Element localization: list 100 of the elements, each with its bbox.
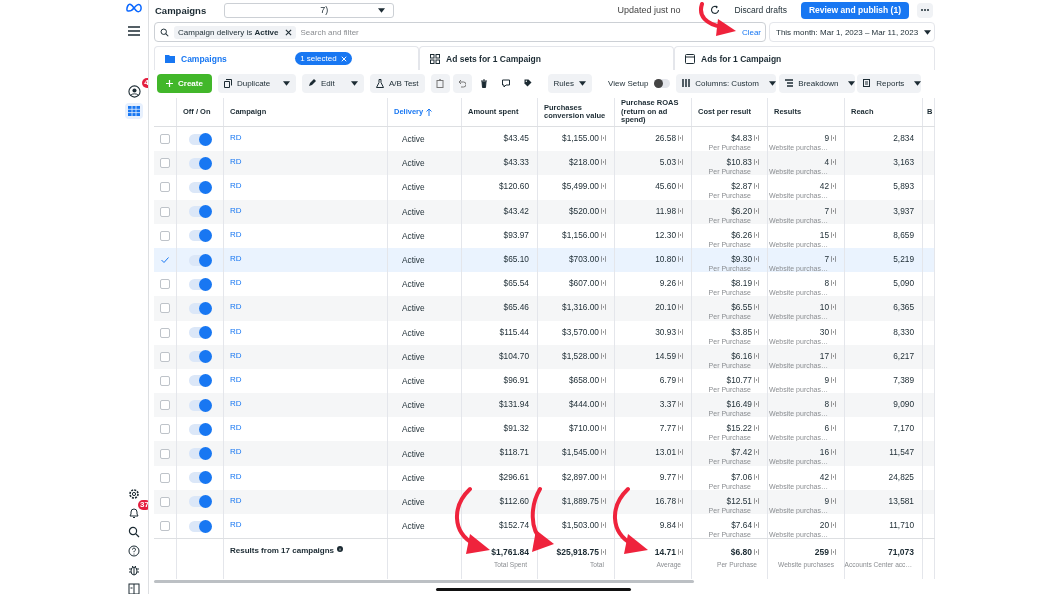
row-checkbox[interactable] — [160, 279, 170, 290]
help-icon[interactable] — [128, 545, 140, 557]
row-checkbox[interactable] — [160, 182, 170, 193]
bell-icon[interactable] — [128, 507, 140, 519]
campaign-link[interactable]: RD — [230, 520, 242, 529]
attribution-icon — [601, 304, 606, 311]
row-checkbox[interactable] — [160, 521, 170, 532]
search-icon[interactable] — [128, 526, 140, 538]
table-cell: Active — [402, 158, 425, 169]
rules-button[interactable]: Rules — [547, 73, 592, 93]
scrollbar[interactable] — [154, 580, 694, 584]
on-off-toggle[interactable] — [189, 520, 211, 532]
avatar-icon[interactable] — [127, 85, 141, 98]
selection-chip[interactable]: 1 selected — [295, 52, 352, 65]
on-off-toggle[interactable] — [189, 278, 211, 290]
campaign-link[interactable]: RD — [230, 229, 242, 239]
campaign-link[interactable]: RD — [230, 447, 242, 457]
row-checkbox[interactable] — [160, 255, 170, 266]
campaign-link[interactable]: RD — [230, 399, 242, 409]
on-off-toggle[interactable] — [189, 230, 211, 242]
row-checkbox[interactable] — [160, 134, 170, 145]
settings-icon[interactable] — [128, 488, 140, 500]
on-off-toggle[interactable] — [189, 375, 211, 387]
row-checkbox[interactable] — [160, 230, 170, 241]
table-cell: $5,499.00 — [562, 181, 599, 192]
table-cell: $12.51 — [726, 495, 752, 506]
attribution-icon — [754, 549, 759, 556]
close-icon[interactable] — [284, 28, 292, 36]
attribution-icon — [601, 497, 606, 504]
table-icon[interactable] — [128, 106, 140, 116]
on-off-toggle[interactable] — [189, 302, 211, 314]
account-dropdown[interactable]: 7) — [224, 2, 395, 18]
row-checkbox[interactable] — [160, 448, 170, 459]
edit-button[interactable]: Edit — [301, 73, 364, 93]
row-checkbox[interactable] — [160, 303, 170, 314]
table-cell: Active — [402, 496, 425, 507]
on-off-toggle[interactable] — [189, 133, 211, 145]
on-off-toggle[interactable] — [189, 157, 211, 169]
discard-drafts-button[interactable]: Discard drafts — [728, 5, 793, 15]
duplicate-button[interactable]: Duplicate — [217, 73, 296, 93]
campaign-link[interactable]: RD — [230, 374, 242, 384]
table-cell: 7,170 — [893, 423, 914, 434]
columns-button[interactable]: Columns: Custom — [676, 73, 777, 93]
campaign-link[interactable]: RD — [230, 181, 242, 191]
tab[interactable]: Ads for 1 Campaign — [674, 46, 935, 70]
table-cell: 9.77 — [659, 471, 676, 482]
on-off-toggle[interactable] — [189, 254, 211, 266]
table-cell: $1,316.00 — [562, 302, 599, 313]
campaign-link[interactable]: RD — [230, 205, 242, 215]
filter-chip[interactable]: Campaign delivery is Active — [174, 25, 296, 39]
date-range-dropdown[interactable]: This month: Mar 1, 2023 – Mar 11, 2023 — [769, 22, 935, 42]
search-field[interactable]: Search and filter — [300, 27, 521, 37]
on-off-toggle[interactable] — [189, 399, 211, 411]
on-off-toggle[interactable] — [189, 351, 211, 363]
ab-test-button[interactable]: A/B Test — [369, 73, 425, 93]
breakdown-button[interactable]: Breakdown — [779, 73, 856, 93]
attribution-icon — [601, 183, 606, 190]
on-off-toggle[interactable] — [189, 448, 211, 460]
campaign-link[interactable]: RD — [230, 326, 242, 336]
on-off-toggle[interactable] — [189, 496, 211, 508]
row-checkbox[interactable] — [160, 351, 170, 362]
refresh-icon[interactable] — [710, 5, 721, 15]
reports-button[interactable]: Reports — [857, 73, 922, 93]
bug-icon[interactable] — [128, 564, 140, 576]
panel-icon[interactable] — [128, 583, 140, 594]
more-button[interactable] — [917, 2, 933, 18]
row-checkbox[interactable] — [160, 424, 170, 435]
campaign-link[interactable]: RD — [230, 278, 242, 288]
table-cell: Active — [402, 351, 425, 362]
campaign-link[interactable]: RD — [230, 133, 242, 142]
campaign-link[interactable]: RD — [230, 495, 242, 505]
clipboard-button[interactable] — [430, 73, 450, 93]
row-checkbox[interactable] — [160, 375, 170, 386]
menu-icon[interactable] — [128, 26, 140, 36]
campaign-link[interactable]: RD — [230, 350, 242, 360]
tab[interactable]: Campaigns 1 selected — [154, 46, 419, 70]
clear-link[interactable]: Clear — [741, 27, 761, 37]
on-off-toggle[interactable] — [189, 327, 211, 339]
campaign-link[interactable]: RD — [230, 471, 242, 481]
row-checkbox[interactable] — [160, 400, 170, 411]
on-off-toggle[interactable] — [189, 423, 211, 435]
home-indicator[interactable] — [436, 588, 631, 592]
on-off-toggle[interactable] — [189, 181, 211, 193]
tab[interactable]: Ad sets for 1 Campaign — [419, 46, 674, 70]
row-checkbox[interactable] — [160, 158, 170, 169]
row-checkbox[interactable] — [160, 472, 170, 483]
campaign-link[interactable]: RD — [230, 423, 242, 433]
attribution-icon — [678, 352, 683, 359]
campaign-link[interactable]: RD — [230, 157, 242, 167]
review-publish-button[interactable]: Review and publish (1) — [800, 1, 909, 19]
row-checkbox[interactable] — [160, 206, 170, 217]
on-off-toggle[interactable] — [189, 472, 211, 484]
row-checkbox[interactable] — [160, 327, 170, 338]
attribution-icon — [601, 425, 606, 432]
create-button[interactable]: Create — [157, 73, 212, 93]
row-checkbox[interactable] — [160, 496, 170, 507]
campaign-link[interactable]: RD — [230, 253, 242, 263]
on-off-toggle[interactable] — [189, 206, 211, 218]
campaign-link[interactable]: RD — [230, 302, 242, 312]
view-setup-toggle[interactable] — [654, 78, 671, 88]
